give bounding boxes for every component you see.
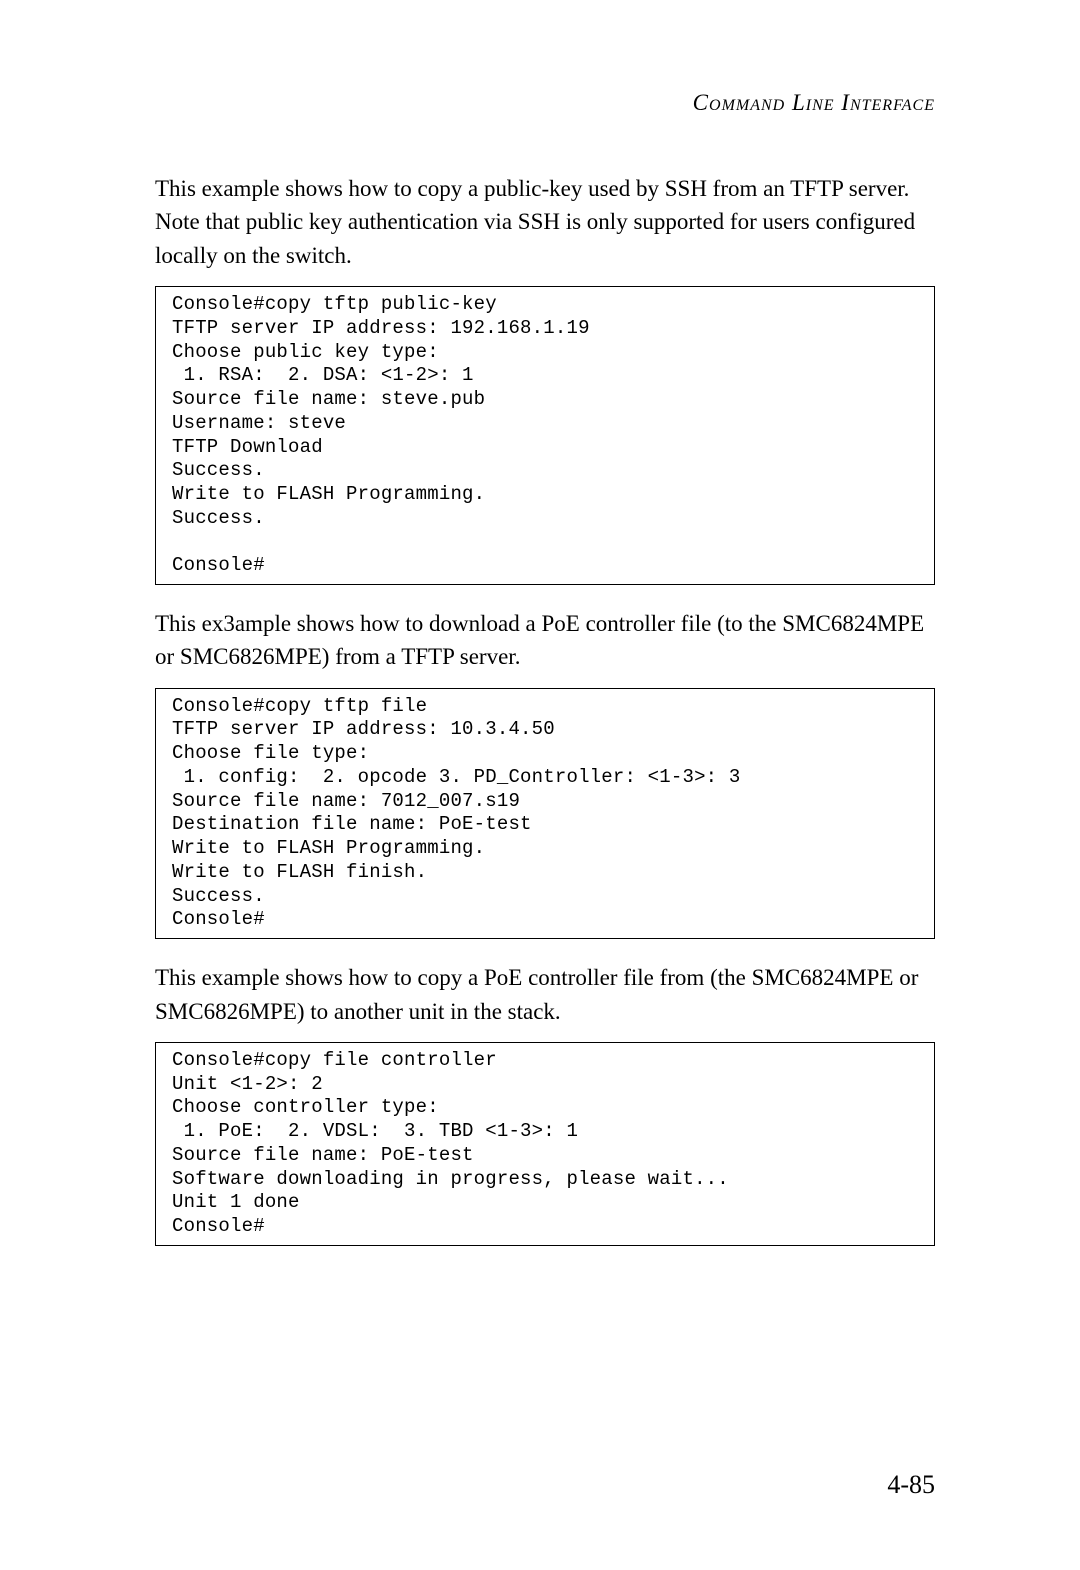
- page-number: 4-85: [887, 1470, 935, 1500]
- paragraph-1: This example shows how to copy a public-…: [155, 172, 935, 272]
- code-block-1: Console#copy tftp public-key TFTP server…: [155, 286, 935, 585]
- code-block-3: Console#copy file controller Unit <1-2>:…: [155, 1042, 935, 1246]
- paragraph-3: This example shows how to copy a PoE con…: [155, 961, 935, 1028]
- code-block-2: Console#copy tftp file TFTP server IP ad…: [155, 688, 935, 940]
- paragraph-2: This ex3ample shows how to download a Po…: [155, 607, 935, 674]
- page-header: Command Line Interface: [155, 90, 935, 116]
